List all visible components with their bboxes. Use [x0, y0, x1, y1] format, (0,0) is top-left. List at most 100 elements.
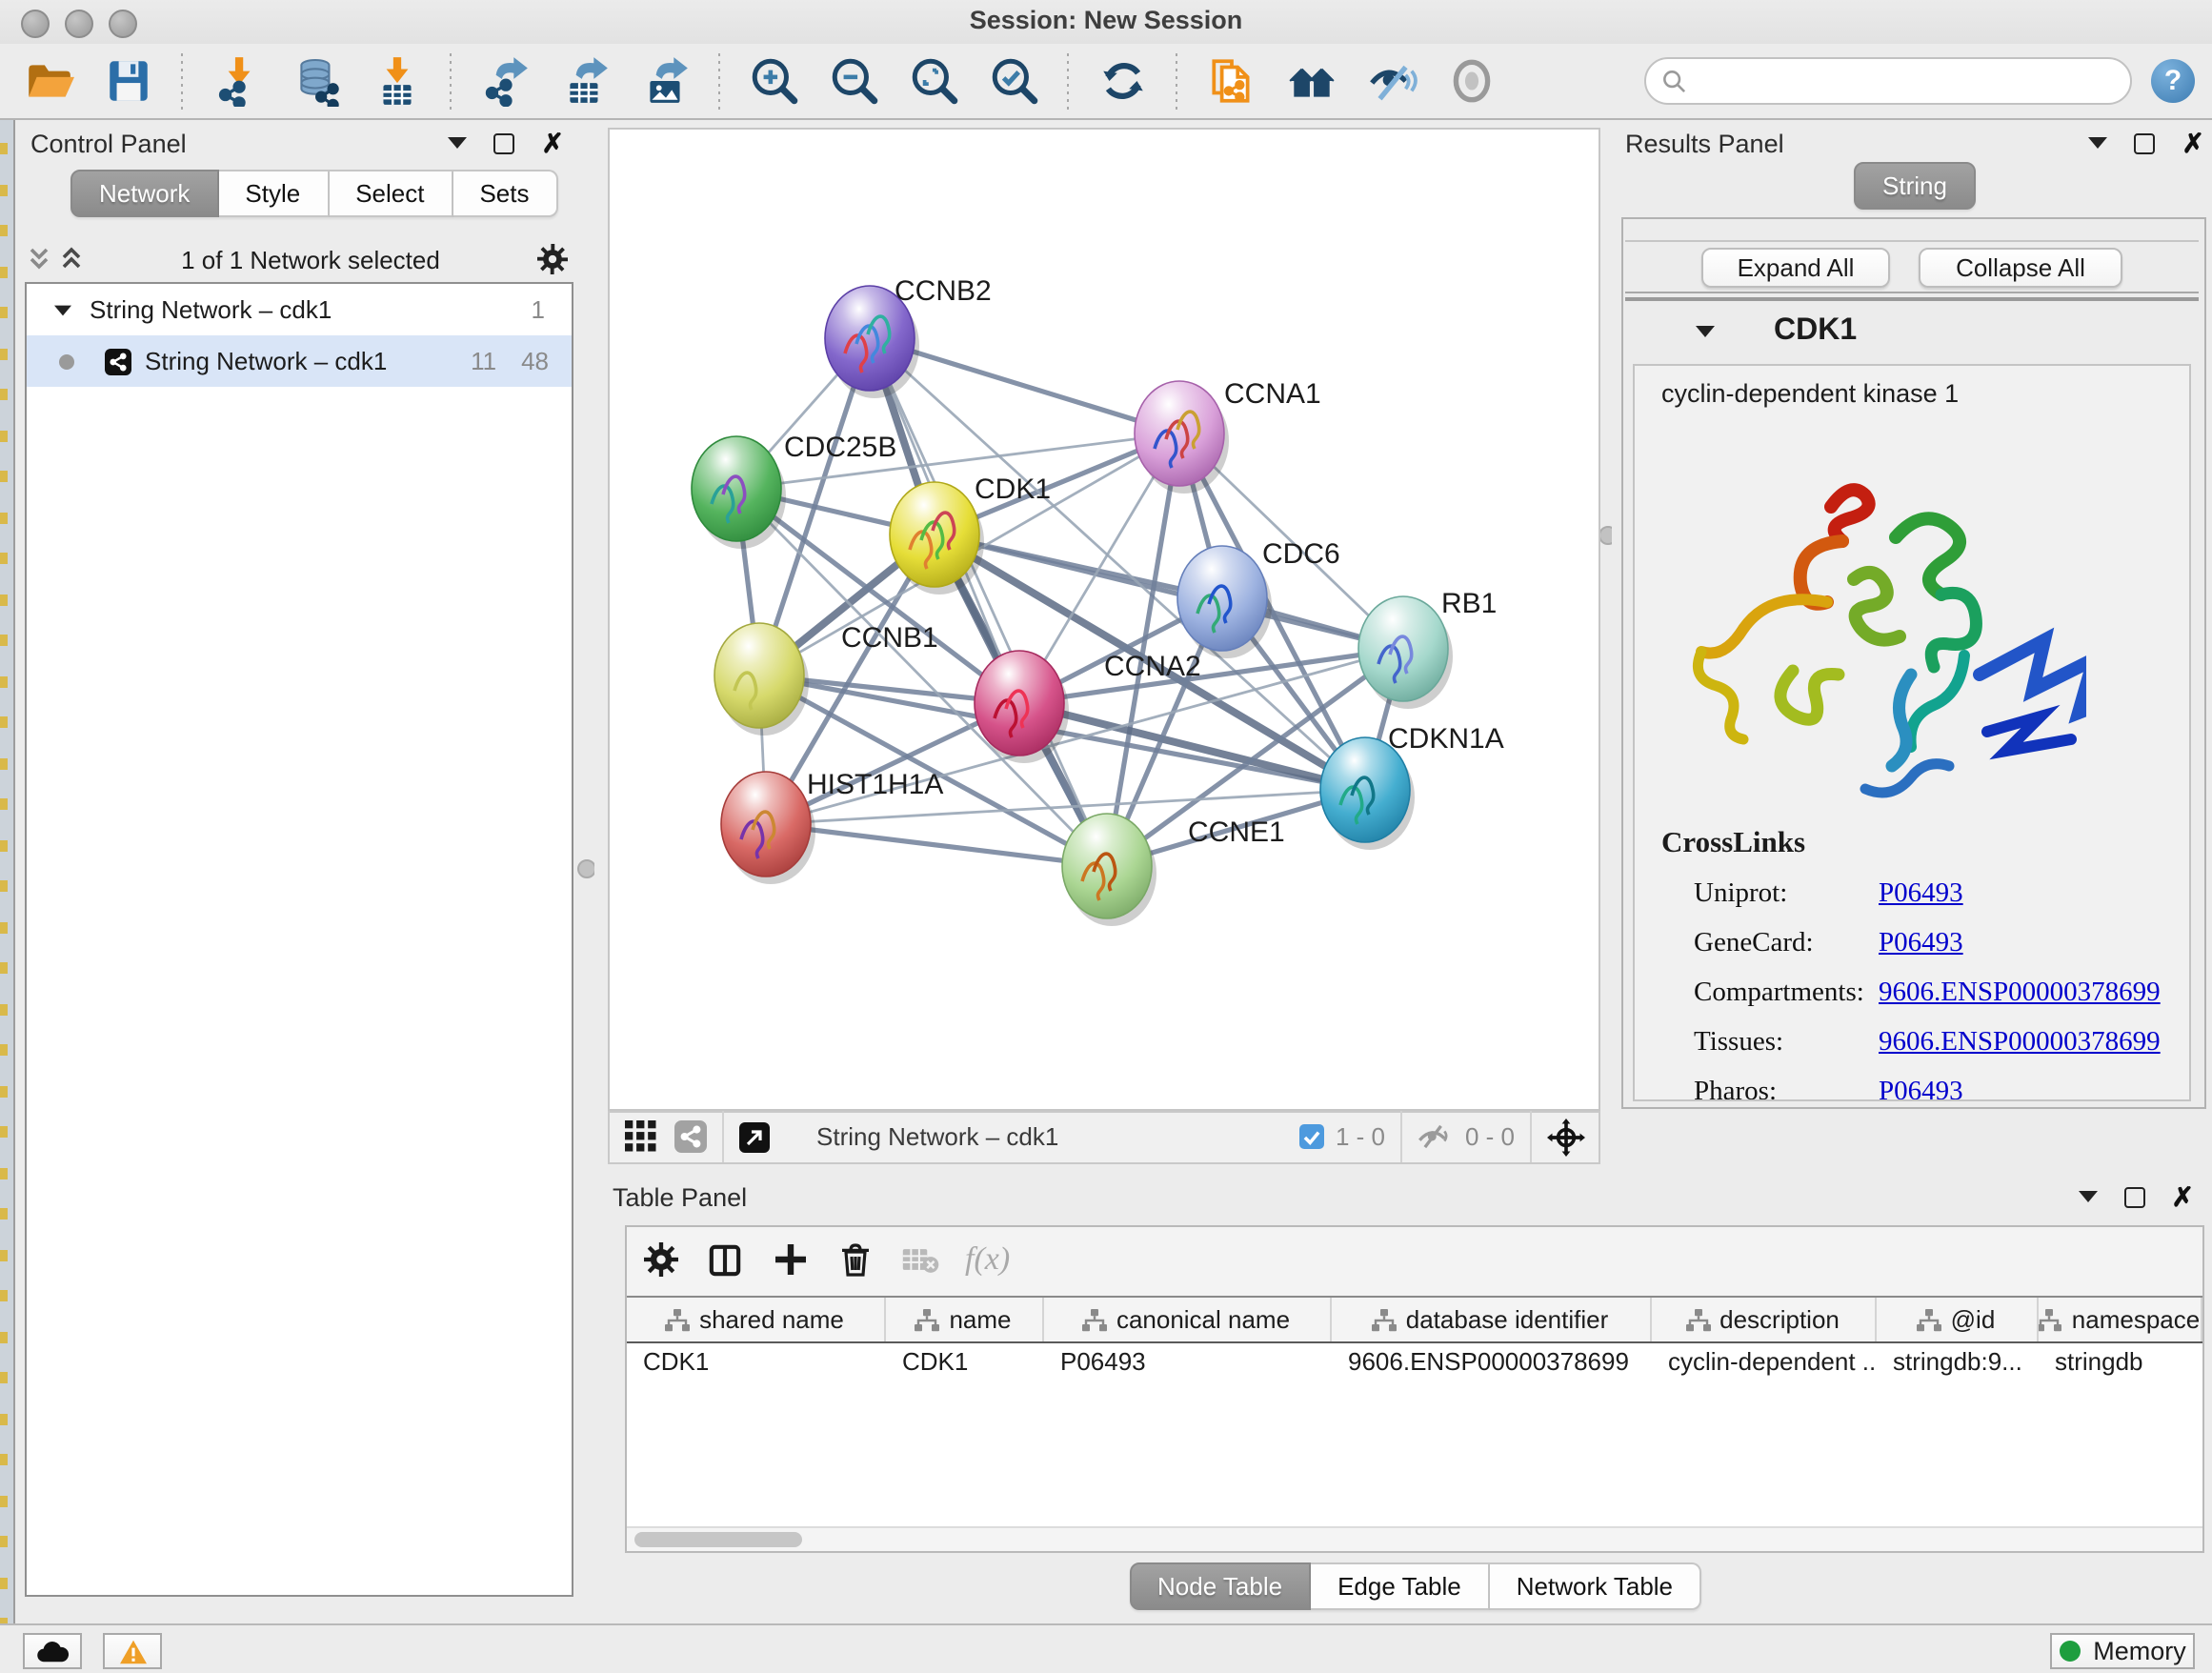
- expand-all-icon[interactable]: [59, 246, 84, 272]
- delete-column-trash-icon[interactable]: [835, 1240, 874, 1279]
- help-icon[interactable]: ?: [2151, 59, 2195, 103]
- import-table-icon[interactable]: [368, 52, 425, 110]
- column-header--id[interactable]: @id: [1876, 1298, 2038, 1341]
- birdseye-view-icon[interactable]: [1442, 52, 1499, 110]
- table-settings-gear-icon[interactable]: [641, 1240, 679, 1279]
- tab-network[interactable]: Network: [70, 170, 218, 217]
- float-panel-icon[interactable]: [2124, 1186, 2145, 1207]
- gear-icon[interactable]: [537, 244, 568, 274]
- collapse-all-button[interactable]: Collapse All: [1919, 248, 2122, 288]
- export-table-icon[interactable]: [556, 52, 613, 110]
- table-cell[interactable]: cyclin-dependent ...: [1651, 1343, 1876, 1383]
- horizontal-scrollbar[interactable]: [626, 1526, 2202, 1551]
- grid-view-icon[interactable]: [624, 1120, 656, 1153]
- table-cell[interactable]: stringdb:9...: [1876, 1343, 2038, 1383]
- export-network-icon[interactable]: [476, 52, 533, 110]
- column-header-label: description: [1719, 1305, 1840, 1334]
- column-header-namespace[interactable]: namespace: [2038, 1298, 2202, 1341]
- duplicate-network-icon[interactable]: [1202, 52, 1259, 110]
- edge-CCNE1-HIST1H1A[interactable]: [765, 823, 1106, 865]
- refresh-icon[interactable]: [1094, 52, 1151, 110]
- zoom-selected-icon[interactable]: [985, 52, 1042, 110]
- float-panel-icon[interactable]: [494, 132, 515, 153]
- column-header-canonical-name[interactable]: canonical name: [1043, 1298, 1331, 1341]
- zoom-fit-icon[interactable]: [905, 52, 962, 110]
- panel-menu-icon[interactable]: [449, 137, 468, 149]
- sliver-tick: [0, 757, 8, 769]
- show-columns-icon[interactable]: [706, 1240, 744, 1279]
- expand-all-button[interactable]: Expand All: [1701, 248, 1890, 288]
- node-CDK1[interactable]: [889, 481, 983, 594]
- table-cell[interactable]: CDK1: [885, 1343, 1043, 1383]
- cloud-sync-button[interactable]: [23, 1633, 82, 1669]
- status-bar: Memory: [0, 1623, 2212, 1673]
- zoom-out-icon[interactable]: [825, 52, 882, 110]
- table-cell[interactable]: P06493: [1043, 1343, 1331, 1383]
- crosslink-link[interactable]: P06493: [1879, 1076, 1963, 1101]
- tab-sets[interactable]: Sets: [452, 170, 557, 217]
- column-header-database-identifier[interactable]: database identifier: [1331, 1298, 1651, 1341]
- section-expander-icon[interactable]: [1696, 325, 1715, 336]
- node-CCNE1[interactable]: [1061, 813, 1156, 925]
- network-canvas[interactable]: CCNB2CCNA1CDC25BCDK1CDC6RB1CCNB1CCNA2CDK…: [607, 127, 1600, 1110]
- tab-edge-table[interactable]: Edge Table: [1311, 1562, 1490, 1610]
- save-session-icon[interactable]: [99, 52, 156, 110]
- home-icon[interactable]: [1282, 52, 1339, 110]
- column-header-name[interactable]: name: [885, 1298, 1043, 1341]
- birdseye-toggle-icon[interactable]: [738, 1121, 769, 1152]
- tab-style[interactable]: Style: [218, 170, 329, 217]
- table-cell[interactable]: 9606.ENSP00000378699: [1331, 1343, 1651, 1383]
- table-cell[interactable]: CDK1: [626, 1343, 885, 1383]
- crosslink-row: Tissues:9606.ENSP00000378699: [1635, 1018, 2189, 1067]
- node-RB1[interactable]: [1357, 595, 1452, 708]
- zoom-in-icon[interactable]: [745, 52, 802, 110]
- node-CDC25B[interactable]: [691, 435, 785, 548]
- selected-checkbox-icon[interactable]: [1299, 1124, 1324, 1149]
- warnings-button[interactable]: [103, 1633, 162, 1669]
- node-CDC6[interactable]: [1176, 545, 1271, 657]
- export-image-icon[interactable]: [636, 52, 694, 110]
- sliver-tick: [0, 1536, 8, 1547]
- open-session-icon[interactable]: [19, 52, 76, 110]
- panel-menu-icon[interactable]: [2089, 137, 2108, 149]
- tab-select[interactable]: Select: [329, 170, 452, 217]
- memory-status-button[interactable]: Memory: [2050, 1633, 2195, 1669]
- add-column-icon[interactable]: [771, 1240, 809, 1279]
- column-header-description[interactable]: description: [1651, 1298, 1876, 1341]
- column-header-shared-name[interactable]: shared name: [626, 1298, 885, 1341]
- node-CCNA1[interactable]: [1134, 380, 1228, 493]
- scrollbar-thumb[interactable]: [633, 1532, 801, 1547]
- fit-selected-crosshair-icon[interactable]: [1547, 1118, 1585, 1156]
- table-cell[interactable]: stringdb: [2038, 1343, 2202, 1383]
- collapse-all-icon[interactable]: [27, 246, 51, 272]
- sliver-tick: [0, 962, 8, 974]
- hide-unhide-icon[interactable]: [1362, 52, 1419, 110]
- table-row[interactable]: CDK1CDK1P064939606.ENSP00000378699cyclin…: [626, 1343, 2202, 1383]
- search-field[interactable]: [1644, 57, 2132, 105]
- network-grid-toggle-icon[interactable]: [674, 1120, 706, 1153]
- network-graph[interactable]: CCNB2CCNA1CDC25BCDK1CDC6RB1CCNB1CCNA2CDK…: [609, 129, 1598, 1108]
- node-HIST1H1A[interactable]: [720, 771, 814, 883]
- node-CCNB1[interactable]: [714, 622, 808, 735]
- panel-menu-icon[interactable]: [2079, 1191, 2098, 1202]
- sliver-tick: [0, 1249, 8, 1260]
- network-row-selected[interactable]: String Network – cdk1 11 48: [27, 335, 572, 387]
- close-panel-icon[interactable]: ✗: [2172, 1187, 2194, 1206]
- tree-expander-icon[interactable]: [54, 305, 71, 315]
- tab-node-table[interactable]: Node Table: [1129, 1562, 1311, 1610]
- crosslink-link[interactable]: 9606.ENSP00000378699: [1879, 1026, 2161, 1058]
- tab-network-table[interactable]: Network Table: [1490, 1562, 1701, 1610]
- close-panel-icon[interactable]: ✗: [2182, 133, 2204, 152]
- close-panel-icon[interactable]: ✗: [542, 133, 564, 152]
- float-panel-icon[interactable]: [2135, 132, 2156, 153]
- crosslink-link[interactable]: P06493: [1879, 877, 1963, 910]
- crosslink-link[interactable]: P06493: [1879, 927, 1963, 959]
- import-network-icon[interactable]: [208, 52, 265, 110]
- search-input[interactable]: [1686, 66, 2115, 96]
- network-collection-row[interactable]: String Network – cdk1 1: [27, 284, 572, 335]
- protein-section-header[interactable]: CDK1: [1625, 301, 2199, 360]
- import-network-database-icon[interactable]: [288, 52, 345, 110]
- crosslink-link[interactable]: 9606.ENSP00000378699: [1879, 977, 2161, 1009]
- crosslink-label: GeneCard:: [1635, 927, 1879, 959]
- tab-string[interactable]: String: [1854, 162, 1976, 210]
